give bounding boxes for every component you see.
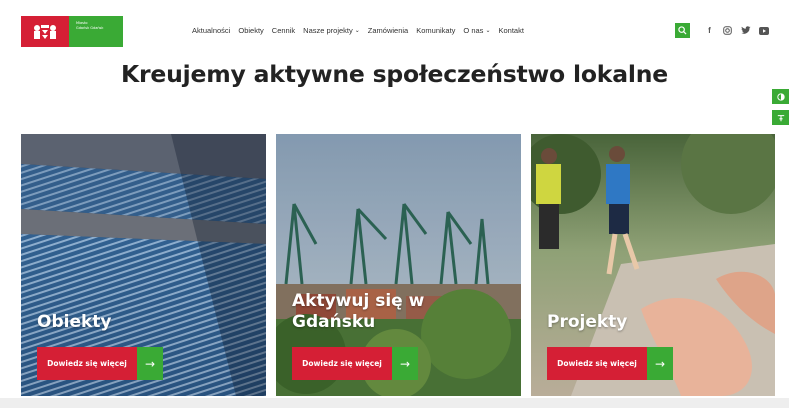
site-header: Miasto Gdańsk Gdańsk Aktualności Obiekty…	[0, 0, 789, 58]
font-size-button[interactable]	[772, 110, 789, 125]
nav-item-label: Aktualności	[192, 26, 231, 35]
learn-more-button[interactable]: Dowiedz się więcej →	[292, 347, 418, 380]
nav-item-aktualnosci[interactable]: Aktualności	[192, 26, 230, 35]
nav-item-label: Komunikaty	[416, 26, 456, 35]
card-title: Obiekty	[37, 312, 112, 332]
instagram-icon[interactable]	[722, 25, 733, 36]
site-logo[interactable]: Miasto Gdańsk Gdańsk	[21, 16, 123, 47]
page-title: Kreujemy aktywne społeczeństwo lokalne	[120, 60, 668, 88]
gdansk-crest-icon	[21, 16, 69, 47]
nav-item-label: Obiekty	[238, 26, 264, 35]
arrow-right-icon: →	[392, 347, 418, 380]
learn-more-button[interactable]: Dowiedz się więcej →	[37, 347, 163, 380]
nav-item-kontakt[interactable]: Kontakt	[498, 26, 523, 35]
search-icon	[678, 26, 687, 35]
cta-label: Dowiedz się więcej	[547, 347, 647, 380]
youtube-icon[interactable]	[758, 25, 769, 36]
contrast-button[interactable]	[772, 89, 789, 104]
text-size-icon	[777, 114, 784, 121]
chevron-down-icon: ⌄	[485, 28, 491, 34]
chevron-down-icon: ⌄	[354, 28, 360, 34]
page: Miasto Gdańsk Gdańsk Aktualności Obiekty…	[0, 0, 789, 408]
nav-item-o-nas[interactable]: O nas ⌄	[463, 26, 490, 35]
nav-item-cennik[interactable]: Cennik	[272, 26, 295, 35]
nav-item-label: Nasze projekty	[303, 26, 353, 35]
nav-item-label: O nas	[463, 26, 484, 35]
nav-item-obiekty[interactable]: Obiekty	[238, 26, 263, 35]
twitter-icon[interactable]	[740, 25, 751, 36]
nav-item-label: Kontakt	[498, 26, 524, 35]
nav-item-zamowienia[interactable]: Zamówienia	[368, 26, 408, 35]
main-nav: Aktualności Obiekty Cennik Nasze projekt…	[192, 26, 532, 35]
page-bottom-edge	[0, 398, 789, 408]
search-button[interactable]	[675, 23, 690, 38]
card-obiekty[interactable]: Obiekty Dowiedz się więcej →	[21, 134, 266, 396]
arrow-right-icon: →	[647, 347, 673, 380]
cta-label: Dowiedz się więcej	[37, 347, 137, 380]
nav-item-komunikaty[interactable]: Komunikaty	[416, 26, 455, 35]
arrow-right-icon: →	[137, 347, 163, 380]
learn-more-button[interactable]: Dowiedz się więcej →	[547, 347, 673, 380]
nav-item-label: Cennik	[271, 26, 296, 35]
nav-item-nasze-projekty[interactable]: Nasze projekty ⌄	[303, 26, 360, 35]
logo-text-line-2: Gdańsk Gdańsk	[76, 26, 104, 30]
card-title: Projekty	[547, 312, 628, 332]
card-aktywuj[interactable]: Aktywuj się w Gdańsku Dowiedz się więcej…	[276, 134, 521, 396]
card-projekty[interactable]: Projekty Dowiedz się więcej →	[531, 134, 775, 396]
card-title: Aktywuj się w Gdańsku	[292, 291, 425, 332]
contrast-icon	[776, 92, 785, 101]
logo-wordmark: Miasto Gdańsk Gdańsk	[69, 16, 123, 47]
facebook-icon[interactable]: f	[704, 25, 715, 36]
nav-item-label: Zamówienia	[367, 26, 409, 35]
cta-label: Dowiedz się więcej	[292, 347, 392, 380]
